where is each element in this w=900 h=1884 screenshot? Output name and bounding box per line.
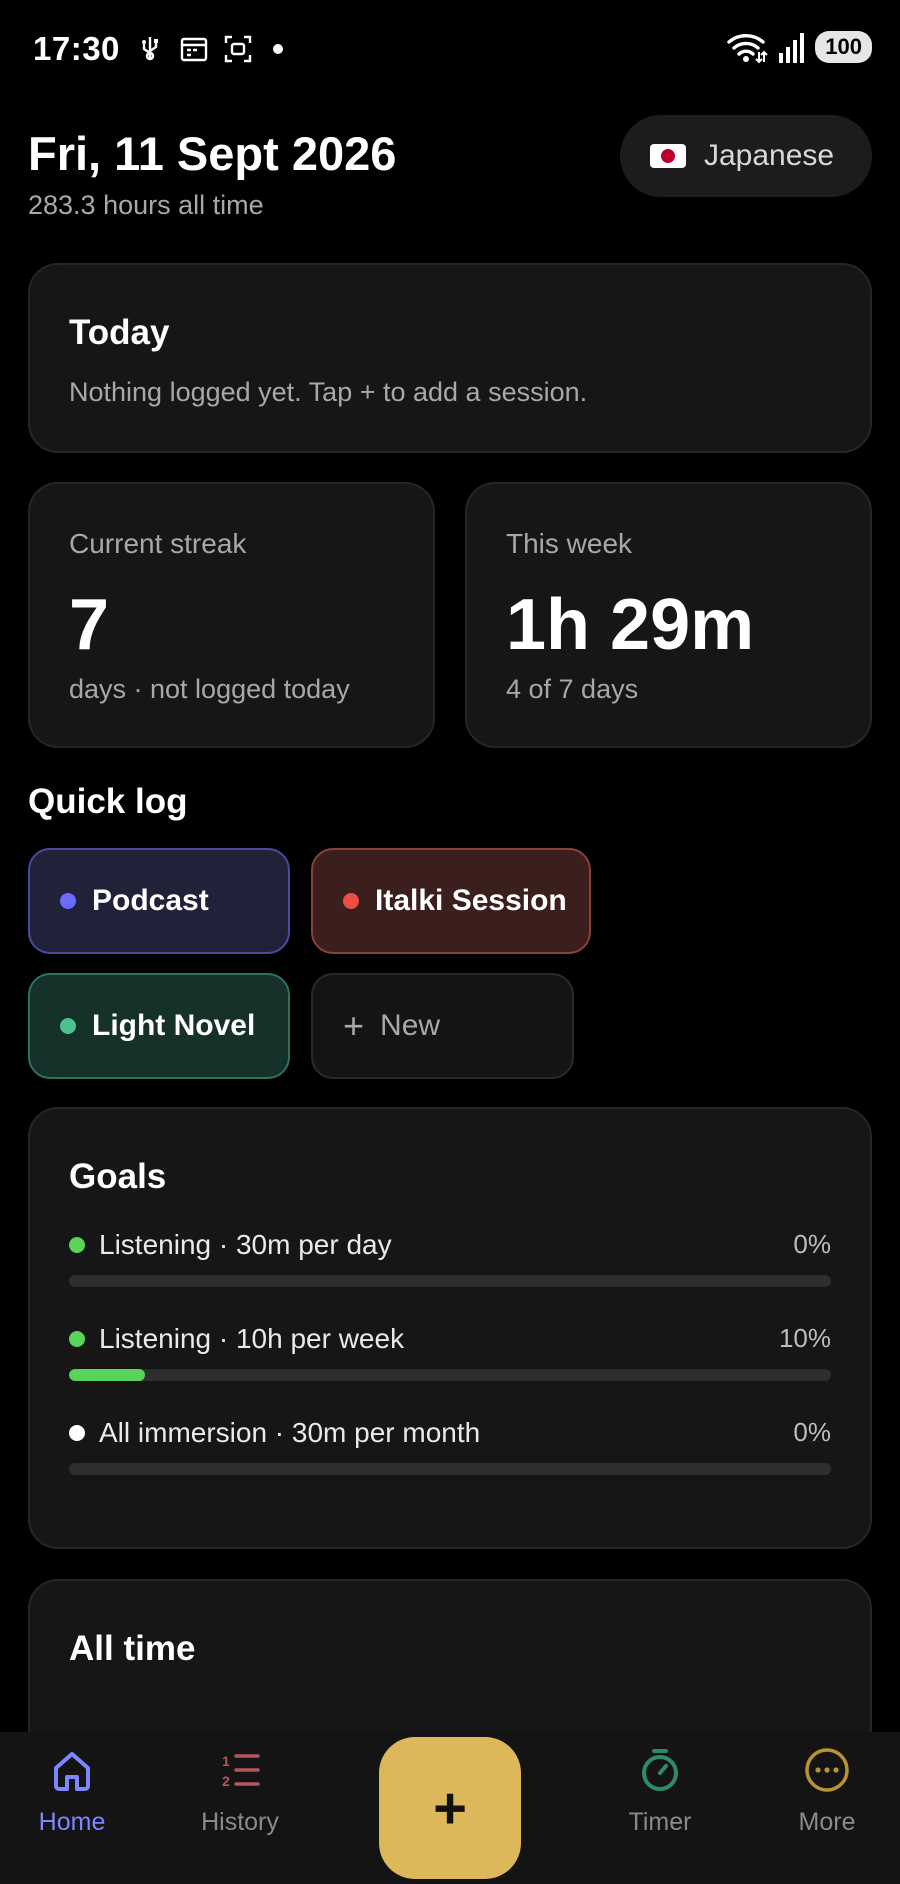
light-novel-dot-icon: [60, 1018, 76, 1034]
nav-history-label: History: [201, 1808, 279, 1836]
stopwatch-icon: [642, 1749, 678, 1791]
today-title: Today: [69, 313, 170, 352]
goal-label: All immersion · 30m per month: [99, 1417, 481, 1448]
goal-status-dot-icon: [69, 1425, 85, 1441]
battery-icon: 100: [815, 31, 872, 63]
new-activity-button[interactable]: + New: [311, 973, 574, 1079]
home-screen: 17:30 100 Fri, 11 Sept 2026 283.3 hours …: [0, 0, 900, 1884]
home-icon: [54, 1752, 90, 1791]
more-icon: [805, 1748, 849, 1792]
quick-log-chip-light-novel[interactable]: Light Novel: [28, 973, 290, 1079]
japan-flag-icon: [650, 144, 686, 168]
today-card[interactable]: Today Nothing logged yet. Tap + to add a…: [28, 263, 872, 453]
chip-label: Italki Session: [375, 884, 567, 917]
signal-icon: [779, 33, 805, 63]
svg-text:2: 2: [222, 1773, 230, 1789]
goal-status-dot-icon: [69, 1237, 85, 1253]
new-label: New: [380, 1009, 441, 1042]
nav-home-label: Home: [38, 1808, 106, 1836]
total-hours-label: 283.3 hours all time: [28, 190, 264, 220]
goal-progress-track: [69, 1275, 831, 1287]
this-week-subtext: 4 of 7 days: [506, 674, 639, 704]
quick-log-chip-italki[interactable]: Italki Session: [311, 848, 591, 954]
quick-log-title: Quick log: [28, 782, 188, 821]
goal-progress-fill: [69, 1369, 146, 1381]
goals-title: Goals: [69, 1157, 167, 1196]
nav-more-label: More: [798, 1808, 856, 1836]
wifi-icon: [727, 34, 768, 64]
streak-subtext: days · not logged today: [69, 674, 350, 704]
italki-dot-icon: [343, 893, 359, 909]
plus-icon: +: [343, 1005, 365, 1046]
nav-more[interactable]: More: [757, 1746, 897, 1837]
language-label: Japanese: [704, 139, 835, 172]
this-week-card[interactable]: This week 1h 29m 4 of 7 days: [465, 482, 872, 748]
add-session-button[interactable]: +: [379, 1737, 521, 1879]
calendar-icon: [180, 37, 208, 62]
nav-timer[interactable]: Timer: [590, 1746, 730, 1837]
status-icons-right: 100: [725, 30, 872, 64]
all-time-title: All time: [69, 1629, 196, 1668]
nav-history[interactable]: 12 History: [170, 1746, 310, 1837]
goal-progress-track: [69, 1369, 831, 1381]
chip-label: Podcast: [92, 884, 209, 917]
chip-label: Light Novel: [92, 1009, 256, 1042]
goal-label: Listening · 30m per day: [99, 1229, 392, 1260]
goals-card[interactable]: Goals Listening · 30m per day 0% Listeni…: [28, 1107, 872, 1549]
svg-text:1: 1: [222, 1753, 230, 1769]
screenshot-icon: [224, 35, 252, 63]
goal-percent: 0%: [793, 1417, 831, 1447]
goal-item[interactable]: Listening · 30m per day 0%: [69, 1229, 831, 1289]
podcast-dot-icon: [60, 893, 76, 909]
streak-card[interactable]: Current streak 7 days · not logged today: [28, 482, 435, 748]
status-bar: 17:30 100: [0, 0, 900, 100]
goal-item[interactable]: All immersion · 30m per month 0%: [69, 1417, 831, 1477]
status-time: 17:30: [33, 30, 120, 67]
usb-icon: [142, 37, 158, 61]
streak-value: 7: [69, 585, 110, 665]
status-icons-left: [135, 34, 283, 64]
goal-progress-track: [69, 1463, 831, 1475]
quick-log-chip-podcast[interactable]: Podcast: [28, 848, 290, 954]
goal-percent: 0%: [793, 1229, 831, 1259]
nav-home[interactable]: Home: [2, 1746, 142, 1837]
today-empty-message: Nothing logged yet. Tap + to add a sessi…: [69, 377, 588, 407]
this-week-label: This week: [506, 528, 633, 559]
language-selector-button[interactable]: Japanese: [620, 115, 872, 197]
nav-timer-label: Timer: [628, 1808, 692, 1836]
notification-dot: [273, 44, 283, 54]
numbered-list-icon: 12: [222, 1753, 260, 1789]
this-week-value: 1h 29m: [506, 585, 755, 665]
streak-label: Current streak: [69, 528, 247, 559]
goal-percent: 10%: [778, 1323, 831, 1353]
goal-status-dot-icon: [69, 1331, 85, 1347]
page-title-date: Fri, 11 Sept 2026: [28, 127, 397, 180]
goal-label: Listening · 10h per week: [99, 1323, 405, 1354]
goal-item[interactable]: Listening · 10h per week 10%: [69, 1323, 831, 1383]
